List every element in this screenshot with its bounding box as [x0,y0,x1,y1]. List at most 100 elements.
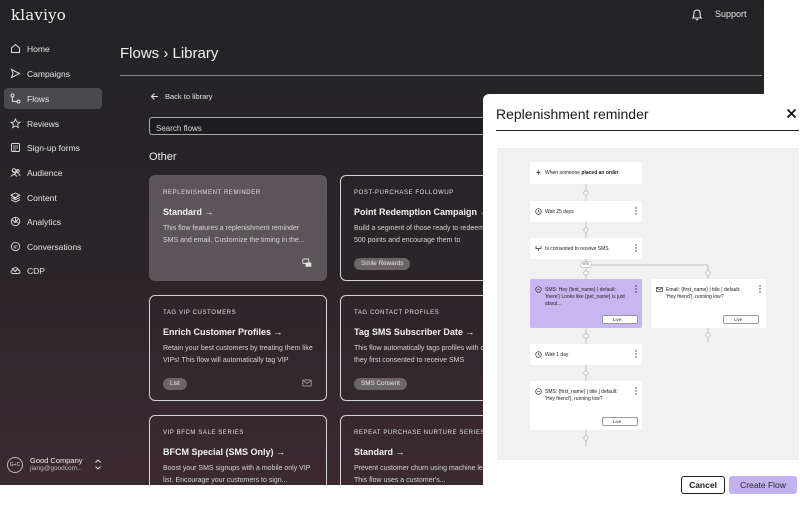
page-title: Flows › Library [120,45,219,62]
sidebar-item-home[interactable]: Home [4,38,102,59]
card-title: Standard → [354,447,405,457]
wait-label: Wait 25 days [545,209,574,215]
sidebar-item-signup-forms[interactable]: Sign-up forms [4,137,102,158]
sidebar-item-label: Flows [27,94,50,104]
email-icon [302,379,312,387]
sms-message-node[interactable]: SMS: {first_name} | title | default: 'He… [530,381,642,430]
sidebar-item-label: Reviews [27,119,60,129]
wait-node[interactable]: Wait 25 days [530,201,642,222]
clock-icon [535,351,542,358]
more-options-icon[interactable] [635,285,637,293]
flow-card[interactable]: VIP BFCM SALE SERIES BFCM Special (SMS O… [149,415,327,485]
sidebar-item-audience[interactable]: Audience [4,162,102,183]
status-dropdown[interactable]: Live [602,315,638,324]
support-link[interactable]: Support [715,9,747,19]
chevron-up-down-icon [95,459,101,470]
flows-icon [10,93,21,104]
card-tag: SMS Consent [354,378,407,390]
email-icon [656,286,663,293]
form-icon [11,143,20,152]
sms-icon [535,388,542,395]
card-category: REPLENISHMENT REMINDER [163,190,261,196]
sidebar-item-label: CDP [27,266,45,276]
account-email: jiang@goodcom... [30,465,83,472]
modal-title: Replenishment reminder [496,106,649,122]
sidebar-item-content[interactable]: Content [4,187,102,208]
chat-icon [10,241,21,252]
more-options-icon[interactable] [635,350,637,358]
status-value: Live [613,419,622,424]
sms-message-node[interactable]: SMS: Hey {first_name} | default: 'there'… [530,279,642,328]
divider [120,75,762,76]
chevron-down-icon [11,195,19,200]
more-options-icon[interactable] [635,387,637,395]
status-value: Live [613,317,622,322]
condition-node[interactable]: Is consented to receive SMS. [530,238,642,259]
sms-email-icon [302,258,312,267]
chevron-down-icon [11,170,19,175]
back-to-library-link[interactable]: Back to library [150,92,213,101]
star-icon [10,118,21,129]
sms-icon [535,286,542,293]
status-value: Live [734,317,743,322]
create-flow-button[interactable]: Create Flow [729,476,797,494]
sidebar-item-reviews[interactable]: Reviews [4,113,102,134]
account-switcher[interactable]: G+C Good Company jiang@goodcom... [6,454,106,476]
wait-label: Wait 1 day [545,352,569,358]
chevron-down-icon [11,219,19,224]
card-title: Tag SMS Subscriber Date → [354,327,475,337]
more-options-icon[interactable] [635,207,637,215]
trigger-prefix: When someone [545,170,582,176]
card-category: TAG VIP CUSTOMERS [163,310,237,316]
card-title: Standard → [163,207,214,217]
home-icon [11,43,20,53]
status-dropdown[interactable]: Live [602,417,638,426]
yes-branch-label: YES [582,262,590,266]
card-description: This flow features a replenishment remin… [163,225,305,244]
card-title: Enrich Customer Profiles → [163,327,283,337]
avatar: G+C [7,457,23,473]
sidebar-item-campaigns[interactable]: Campaigns [4,63,102,84]
sidebar-item-cdp[interactable]: CDP [4,260,102,281]
split-icon [535,246,542,251]
trigger-event: placed an order [581,170,619,176]
email-message-node[interactable]: Email: {first_name} | title | default: '… [651,279,766,328]
sidebar-item-flows[interactable]: Flows [4,88,102,109]
status-dropdown[interactable]: Live [723,315,759,324]
back-label: Back to library [165,92,213,101]
bell-icon[interactable] [690,8,704,22]
sidebar-item-label: Conversations [27,242,82,252]
close-icon[interactable] [786,108,797,119]
sms-label: SMS: Hey {first_name} | default: 'there'… [545,287,625,307]
klaviyo-logo[interactable]: klaviyo [11,6,66,24]
card-tag: Smile Rewards [354,258,411,270]
card-description: Retain your best customers by treating t… [163,345,313,364]
flow-preview-modal: Replenishment reminder YES When someone … [483,94,800,506]
flow-canvas[interactable]: YES When someone placed an order Wait 25… [497,148,799,460]
sidebar-item-conversations[interactable]: Conversations [4,236,102,257]
send-icon [10,68,21,79]
condition-label: Is consented to receive SMS. [545,246,611,252]
sidebar-item-label: Audience [27,168,63,178]
sidebar: Home Campaigns Flows Reviews Sign-up for… [0,36,108,485]
flow-card[interactable]: TAG VIP CUSTOMERS Enrich Customer Profil… [149,295,327,401]
wait-node[interactable]: Wait 1 day [530,344,642,365]
flow-card[interactable]: REPLENISHMENT REMINDER Standard → This f… [149,175,327,281]
card-description: Boost your SMS signups with a mobile onl… [163,465,311,484]
cancel-button[interactable]: Cancel [681,476,725,494]
arrow-left-icon [150,93,158,100]
sidebar-item-label: Home [27,44,50,54]
clock-icon [535,208,542,215]
card-tag: List [163,378,187,390]
card-category: TAG CONTACT PROFILES [354,310,440,316]
flow-trigger-node[interactable]: When someone placed an order [530,162,642,184]
sidebar-item-analytics[interactable]: Analytics [4,211,102,232]
card-category: REPEAT PURCHASE NURTURE SERIES [354,430,486,436]
sms-label: SMS: {first_name} | title | default: 'He… [545,389,618,402]
card-category: POST-PURCHASE FOLLOWUP [354,190,454,196]
card-title: BFCM Special (SMS Only) → [163,447,286,457]
more-options-icon[interactable] [759,285,761,293]
divider [496,130,799,131]
section-title: Other [149,151,177,163]
more-options-icon[interactable] [635,244,637,252]
